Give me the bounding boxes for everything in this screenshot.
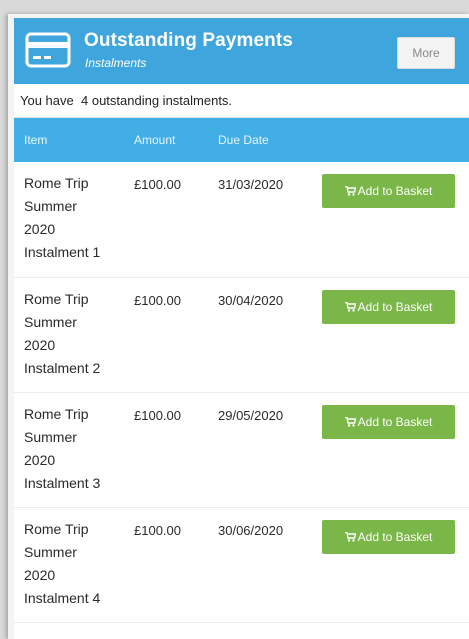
item-name-line: Summer <box>24 543 77 560</box>
table-row: Rome Trip Summer 2020 Instalment 4 £100.… <box>14 507 469 623</box>
amount-cell: £100.00 <box>124 277 208 393</box>
cart-icon <box>344 416 356 427</box>
item-name-line: Instalment 1 <box>24 244 101 260</box>
amount-cell: £100.00 <box>124 507 208 623</box>
outstanding-payments-panel: Outstanding Payments Instalments More Yo… <box>14 18 469 639</box>
item-name-line: Rome Trip <box>24 175 89 191</box>
more-button[interactable]: More <box>397 37 455 69</box>
add-to-basket-label: Add to Basket <box>357 529 433 544</box>
item-name-line: Instalment 3 <box>24 474 101 491</box>
table-row: Rome Trip Summer 2020 Instalment 1 £100.… <box>14 162 469 278</box>
action-cell: Add to Basket <box>312 162 469 278</box>
item-name-line: Summer <box>24 313 77 330</box>
due-date-cell: 29/05/2020 <box>208 392 312 508</box>
item-name-line: Rome Trip <box>24 520 89 537</box>
summary-prefix: You have <box>20 93 74 108</box>
page-frame: Outstanding Payments Instalments More Yo… <box>8 14 469 639</box>
column-header-action <box>312 118 469 162</box>
item-cell: Rome Trip Summer 2020 Instalment 3 <box>14 392 124 508</box>
cart-icon <box>344 186 356 196</box>
panel-title: Outstanding Payments <box>84 30 293 51</box>
due-date-cell: 30/04/2020 <box>208 277 312 393</box>
add-to-basket-button[interactable]: Add to Basket <box>322 519 455 554</box>
add-to-basket-label: Add to Basket <box>357 299 433 314</box>
amount-cell: £100.00 <box>124 392 208 508</box>
item-name-line: 2020 <box>24 221 56 237</box>
item-name-line: Instalment 4 <box>24 589 101 606</box>
credit-card-icon <box>25 32 71 68</box>
table-row: Rome Trip Summer 2020 Instalment 2 £100.… <box>14 277 469 393</box>
add-to-basket-button[interactable]: Add to Basket <box>322 174 455 208</box>
action-cell: Add to Basket <box>312 277 469 393</box>
item-name-line: Summer <box>24 198 77 214</box>
cart-icon <box>344 301 356 312</box>
column-header-amount: Amount <box>134 133 176 147</box>
item-cell: Rome Trip Summer 2020 Instalment 1 <box>14 162 124 278</box>
outstanding-summary: You have 4 outstanding instalments. <box>14 84 469 118</box>
amount-cell: £100.00 <box>124 162 208 278</box>
column-header-due-date: Due Date <box>218 133 269 147</box>
item-name-line: Rome Trip <box>24 405 89 422</box>
table-row: Rome Trip Summer 2020 Instalment 3 £100.… <box>14 392 469 508</box>
table-header-row: Item Amount Due Date <box>14 118 469 162</box>
item-name-line: Instalment 2 <box>24 359 101 376</box>
cart-icon <box>344 531 356 542</box>
due-date-cell: 31/03/2020 <box>208 162 312 278</box>
summary-suffix: outstanding instalments. <box>91 93 233 108</box>
item-name-line: 2020 <box>24 451 56 468</box>
action-cell: Add to Basket <box>312 507 469 623</box>
instalments-table: Item Amount Due Date Rome Trip Summer 20… <box>14 118 469 623</box>
add-to-basket-button[interactable]: Add to Basket <box>322 289 455 324</box>
item-cell: Rome Trip Summer 2020 Instalment 2 <box>14 277 124 393</box>
add-to-basket-button[interactable]: Add to Basket <box>322 404 455 439</box>
add-to-basket-label: Add to Basket <box>357 184 433 198</box>
summary-count: 4 <box>80 93 89 108</box>
column-header-item: Item <box>24 133 48 147</box>
item-name-line: 2020 <box>24 566 56 583</box>
panel-header: Outstanding Payments Instalments More <box>14 18 469 84</box>
add-to-basket-label: Add to Basket <box>357 414 433 429</box>
item-name-line: Rome Trip <box>24 290 89 307</box>
item-cell: Rome Trip Summer 2020 Instalment 4 <box>14 507 124 623</box>
panel-subtitle: Instalments <box>85 56 147 70</box>
item-name-line: 2020 <box>24 336 56 353</box>
item-name-line: Summer <box>24 428 77 445</box>
due-date-cell: 30/06/2020 <box>208 507 312 623</box>
action-cell: Add to Basket <box>312 392 469 508</box>
